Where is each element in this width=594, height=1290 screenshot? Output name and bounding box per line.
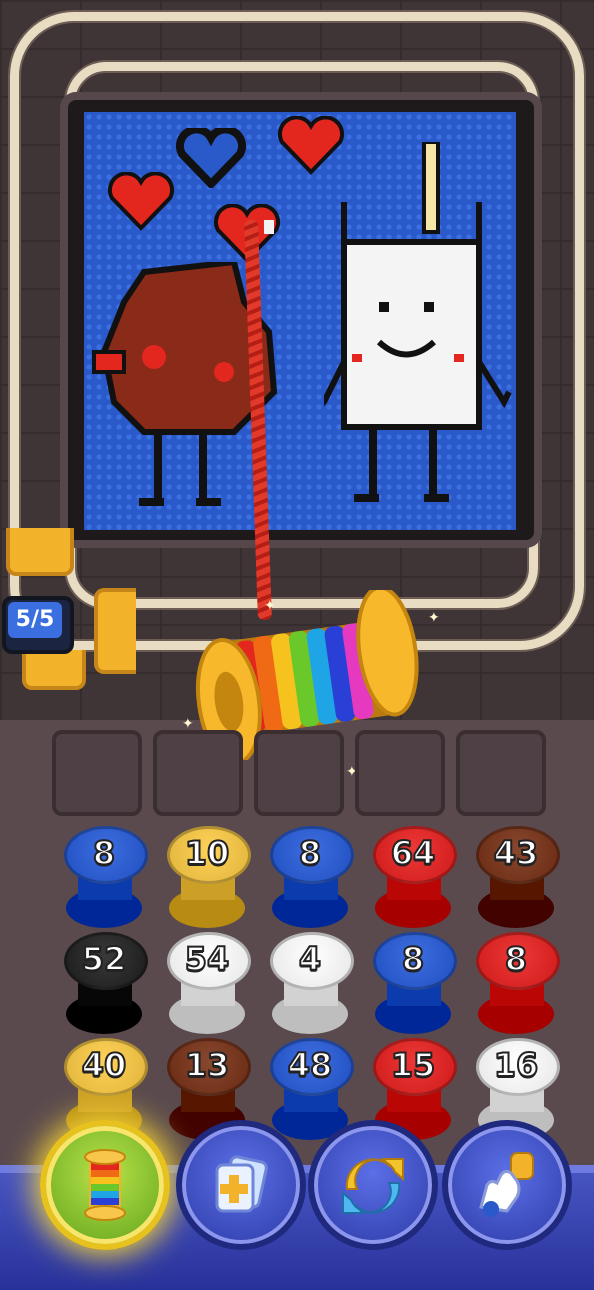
spool-count-label: 43 <box>493 833 540 873</box>
sparkle-icon: ✦ <box>428 610 440 626</box>
spool-count-label: 8 <box>504 939 528 979</box>
spool-count-label: 8 <box>298 833 322 873</box>
spool-count-label: 10 <box>184 833 231 873</box>
tray-slot <box>52 730 142 816</box>
thread-spool[interactable]: 64 <box>373 826 457 928</box>
thread-spool[interactable]: 43 <box>476 826 560 928</box>
spool-count-label: 52 <box>81 939 128 979</box>
track-clip-left <box>6 528 74 576</box>
thread-spool[interactable]: 10 <box>167 826 251 928</box>
spool-count-label: 54 <box>184 939 231 979</box>
tray-slot <box>254 730 344 816</box>
rainbow-spool-icon <box>84 1149 126 1221</box>
spool-count-label: 13 <box>184 1045 231 1085</box>
heart-red-icon <box>107 172 175 231</box>
spool-count-label: 16 <box>493 1045 540 1085</box>
thread-spool[interactable]: 52 <box>64 932 148 1034</box>
thread-spool[interactable]: 8 <box>476 932 560 1034</box>
add-slot-booster-button[interactable] <box>176 1120 306 1250</box>
pixel-art-canvas <box>84 112 516 530</box>
progress-counter-label: 5/5 <box>8 602 62 638</box>
spool-count-label: 48 <box>287 1045 334 1085</box>
spool-count-label: 4 <box>298 939 322 979</box>
thread-spool[interactable]: 4 <box>270 932 354 1034</box>
heart-outline-icon <box>176 128 246 188</box>
progress-counter: 5/5 <box>0 590 76 654</box>
rainbow-spool-booster-button[interactable] <box>40 1120 170 1250</box>
shuffle-arrows-icon <box>342 1158 404 1214</box>
pick-spool-booster-button[interactable] <box>442 1120 572 1250</box>
sparkle-icon: ✦ <box>264 598 276 614</box>
thread-spool[interactable]: 8 <box>373 932 457 1034</box>
white-character-pixel-art <box>324 142 512 502</box>
spool-count-label: 8 <box>401 939 425 979</box>
thread-spool[interactable]: 8 <box>64 826 148 928</box>
spool-count-label: 15 <box>390 1045 437 1085</box>
tray-slot <box>153 730 243 816</box>
add-cards-icon <box>215 1155 268 1213</box>
thread-spool[interactable]: 48 <box>270 1038 354 1140</box>
spool-count-label: 40 <box>81 1045 128 1085</box>
counter-clip <box>22 650 86 690</box>
hand-pick-icon <box>479 1152 534 1217</box>
track-clip-right <box>94 588 136 674</box>
shuffle-booster-button[interactable] <box>308 1120 438 1250</box>
thread-spool[interactable]: 8 <box>270 826 354 928</box>
thread-spool[interactable]: 54 <box>167 932 251 1034</box>
tray-slot <box>355 730 445 816</box>
spool-count-label: 64 <box>390 833 437 873</box>
tray-slot <box>456 730 546 816</box>
spool-count-label: 8 <box>92 833 116 873</box>
